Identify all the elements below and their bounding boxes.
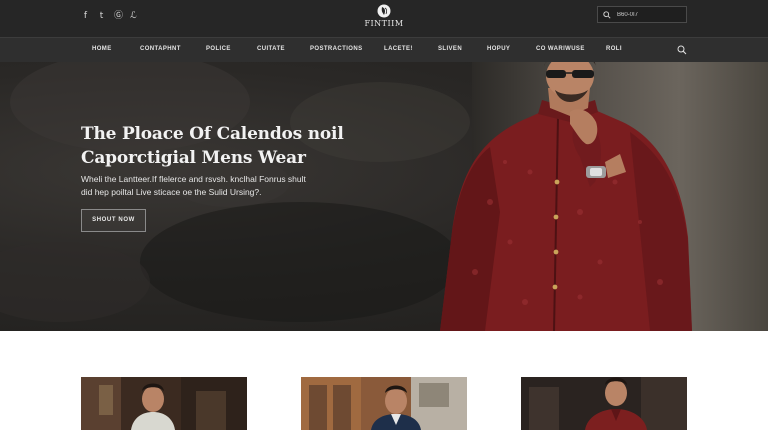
top-bar: f t Ⓖ ℒ FINTIIM bbox=[0, 0, 768, 37]
nav-item-roli[interactable]: ROLI bbox=[606, 46, 622, 52]
instagram-icon[interactable]: Ⓖ bbox=[114, 10, 123, 22]
social-links: f t Ⓖ ℒ bbox=[82, 10, 137, 22]
nav-search-icon[interactable] bbox=[677, 45, 687, 55]
hero-model-image bbox=[440, 62, 692, 331]
search-icon bbox=[603, 10, 611, 19]
search-box[interactable] bbox=[597, 6, 687, 23]
product-section bbox=[0, 331, 768, 430]
nav-item-police[interactable]: POLICE bbox=[206, 46, 231, 52]
nav-item-contaphnt[interactable]: CONTAPHNT bbox=[140, 46, 181, 52]
site-logo[interactable]: FINTIIM bbox=[354, 4, 414, 32]
hero-title-line-1: The Ploace Of Calendos noil bbox=[81, 124, 344, 144]
product-image-1 bbox=[81, 377, 247, 430]
logo-emblem-icon bbox=[377, 4, 391, 18]
nav-item-hopuy[interactable]: HOPUY bbox=[487, 46, 510, 52]
hero-title-line-2: Caporctigial Mens Wear bbox=[81, 148, 306, 168]
product-card-1[interactable] bbox=[81, 377, 247, 430]
product-card-3[interactable] bbox=[521, 377, 687, 430]
hero-subtitle-line-2: did hep poiltal Live sticace oe the Suli… bbox=[81, 187, 262, 197]
product-card-2[interactable] bbox=[301, 377, 467, 430]
product-image-2 bbox=[301, 377, 467, 430]
nav-item-home[interactable]: HOME bbox=[92, 46, 112, 52]
logo-text: FINTIIM bbox=[364, 19, 404, 28]
nav-item-postractions[interactable]: POSTRACTIONS bbox=[310, 46, 362, 52]
hero-subtitle: Wheli the Lantteer.If flelerce and rsvsh… bbox=[81, 173, 321, 199]
twitter-icon[interactable]: t bbox=[98, 10, 105, 22]
pinterest-icon[interactable]: ℒ bbox=[130, 10, 137, 22]
nav-item-cuitate[interactable]: CUITATE bbox=[257, 46, 285, 52]
hero-title: The Ploace Of Calendos noil Caporctigial… bbox=[81, 122, 381, 170]
shop-now-button[interactable]: SHOUT NOW bbox=[81, 209, 146, 232]
hero-subtitle-line-1: Wheli the Lantteer.If flelerce and rsvsh… bbox=[81, 174, 306, 184]
facebook-icon[interactable]: f bbox=[82, 10, 89, 22]
nav-item-sliven[interactable]: SLIVEN bbox=[438, 46, 462, 52]
search-input[interactable] bbox=[617, 11, 687, 18]
product-image-3 bbox=[521, 377, 687, 430]
nav-item-co-wariwuse[interactable]: CO WARIWUSE bbox=[536, 46, 585, 52]
main-nav: HOME CONTAPHNT POLICE CUITATE POSTRACTIO… bbox=[0, 37, 768, 62]
nav-item-lacete[interactable]: LACETE! bbox=[384, 46, 413, 52]
hero-banner: The Ploace Of Calendos noil Caporctigial… bbox=[0, 62, 768, 331]
